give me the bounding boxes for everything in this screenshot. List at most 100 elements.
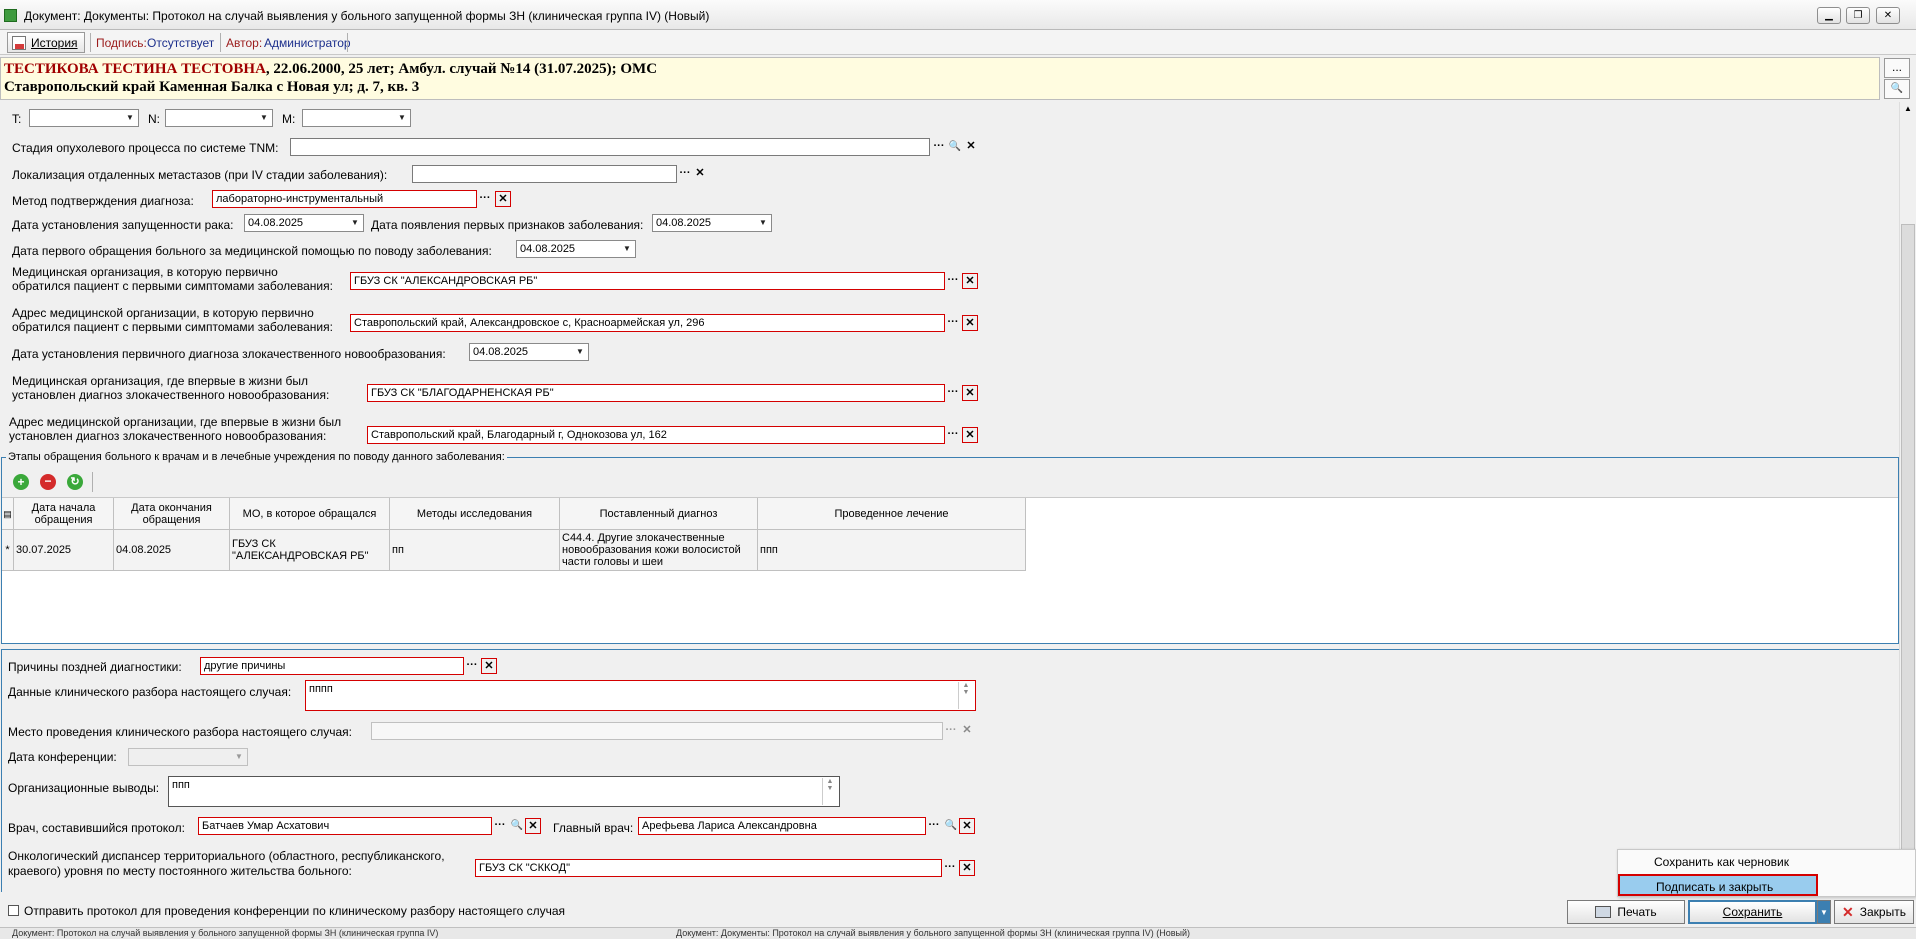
close-label: Закрыть [1859, 905, 1906, 919]
row-marker[interactable]: * [2, 530, 14, 571]
primary-diag-date-field[interactable]: 04.08.2025 ▼ [469, 343, 589, 361]
cell-methods[interactable]: пп [390, 530, 560, 571]
column-header[interactable]: Методы исследования [390, 498, 560, 530]
cell-end-date[interactable]: 04.08.2025 [114, 530, 230, 571]
doctor-field[interactable]: Батчаев Умар Асхатович [198, 817, 492, 835]
maximize-button[interactable]: ❐ [1846, 7, 1870, 24]
ellipsis-icon[interactable]: ··· [477, 191, 493, 207]
ellipsis-icon[interactable]: ··· [945, 315, 961, 331]
column-header[interactable]: МО, в которое обращался [230, 498, 390, 530]
column-header[interactable]: Поставленный диагноз [560, 498, 758, 530]
toolbar-separator [92, 472, 93, 492]
ellipsis-icon[interactable]: ··· [677, 166, 693, 182]
ellipsis-icon[interactable]: ··· [942, 860, 958, 876]
chevron-down-icon[interactable]: ▼ [755, 215, 771, 231]
chevron-down-icon: ▼ [126, 113, 134, 122]
chevron-down-icon[interactable]: ▼ [572, 344, 588, 360]
cell-mo[interactable]: ГБУЗ СК "АЛЕКСАНДРОВСКАЯ РБ" [230, 530, 390, 571]
clear-icon[interactable]: ✕ [692, 166, 708, 182]
clear-icon[interactable]: ✕ [963, 139, 979, 155]
metastases-field[interactable] [412, 165, 677, 183]
clear-icon[interactable]: ✕ [481, 658, 497, 674]
clear-icon[interactable]: ✕ [495, 191, 511, 207]
ellipsis-icon[interactable]: ··· [945, 385, 961, 401]
ellipsis-icon[interactable]: ··· [943, 723, 959, 739]
dispensary-field[interactable]: ГБУЗ СК "СККОД" [475, 859, 942, 877]
header-more-button[interactable]: ... [1884, 58, 1910, 78]
taskbar-item-2[interactable]: Документ: Документы: Протокол на случай … [676, 928, 1416, 939]
first-visit-date-value: 04.08.2025 [520, 243, 576, 255]
header-search-icon[interactable]: 🔍 [1884, 79, 1910, 99]
search-icon[interactable]: 🔍 [943, 818, 959, 834]
scroll-up-icon[interactable]: ▲ [1902, 104, 1914, 116]
textarea-scrollbar[interactable]: ▲ ▼ [958, 682, 973, 709]
column-header[interactable]: Дата начала обращения [14, 498, 114, 530]
t-select[interactable]: ▼ [29, 109, 139, 127]
conference-date-field[interactable]: ▼ [128, 748, 248, 766]
neglect-date-field[interactable]: 04.08.2025 ▼ [244, 214, 364, 232]
close-button[interactable]: ✕ Закрыть [1834, 900, 1914, 924]
first-signs-date-field[interactable]: 04.08.2025 ▼ [652, 214, 772, 232]
ellipsis-icon[interactable]: ··· [945, 273, 961, 289]
clinical-review-textarea[interactable]: пппп [305, 680, 976, 711]
tnm-stage-field[interactable] [290, 138, 930, 156]
m-select[interactable]: ▼ [302, 109, 411, 127]
minimize-button[interactable]: ▁ [1817, 7, 1841, 24]
taskbar-item-1[interactable]: Документ: Протокол на случай выявления у… [12, 928, 652, 939]
form-scrollbar[interactable]: ▲ [1899, 102, 1916, 892]
search-icon[interactable]: 🔍 [947, 139, 963, 155]
primary-diag-date-value: 04.08.2025 [473, 346, 529, 358]
refresh-icon[interactable]: ↻ [67, 474, 83, 490]
clear-icon[interactable]: ✕ [962, 315, 978, 331]
clear-icon[interactable]: ✕ [962, 273, 978, 289]
clear-icon[interactable]: ✕ [962, 427, 978, 443]
ellipsis-icon[interactable]: ··· [464, 658, 480, 674]
addr-first-label-line1: Адрес медицинской организации, в которую… [12, 306, 314, 320]
clear-icon[interactable]: ✕ [959, 818, 975, 834]
review-place-field[interactable] [371, 722, 943, 740]
addr-first-field[interactable]: Ставропольский край, Александровское с, … [350, 314, 945, 332]
menu-item-save-draft[interactable]: Сохранить как черновик [1618, 851, 1915, 873]
clear-icon[interactable]: ✕ [962, 385, 978, 401]
scroll-thumb[interactable] [1901, 224, 1915, 874]
late-reason-field[interactable]: другие причины [200, 657, 464, 675]
ellipsis-icon[interactable]: ··· [945, 427, 961, 443]
close-window-button[interactable]: ✕ [1876, 7, 1900, 24]
menu-item-sign-and-close[interactable]: Подписать и закрыть [1618, 874, 1818, 896]
clear-icon[interactable]: ✕ [959, 860, 975, 876]
history-button[interactable]: История [7, 32, 85, 53]
org-conclusions-textarea[interactable]: ппп [168, 776, 840, 807]
chevron-down-icon[interactable]: ▼ [231, 749, 247, 765]
send-protocol-checkbox[interactable] [8, 905, 19, 916]
search-icon[interactable]: 🔍 [509, 818, 525, 834]
add-row-icon[interactable]: + [13, 474, 29, 490]
cell-diagnosis[interactable]: С44.4. Другие злокачественные новообразо… [560, 530, 758, 571]
chevron-down-icon[interactable]: ▼ [347, 215, 363, 231]
addr-first-label-line2: обратился пациент с первыми симптомами з… [12, 320, 333, 334]
save-dropdown-chevron-icon[interactable]: ▼ [1817, 900, 1831, 924]
ellipsis-icon[interactable]: ··· [931, 139, 947, 155]
stages-table[interactable]: ▤ Дата начала обращения Дата окончания о… [2, 497, 1898, 643]
clear-icon[interactable]: ✕ [525, 818, 541, 834]
mo-first-field[interactable]: ГБУЗ СК "АЛЕКСАНДРОВСКАЯ РБ" [350, 272, 945, 290]
save-button[interactable]: Сохранить [1688, 900, 1817, 924]
textarea-scrollbar[interactable]: ▲ ▼ [822, 778, 837, 805]
chevron-down-icon[interactable]: ▼ [619, 241, 635, 257]
first-visit-date-field[interactable]: 04.08.2025 ▼ [516, 240, 636, 258]
ellipsis-icon[interactable]: ··· [492, 818, 508, 834]
print-label: Печать [1617, 905, 1657, 919]
cell-start-date[interactable]: 30.07.2025 [14, 530, 114, 571]
delete-row-icon[interactable]: − [40, 474, 56, 490]
patient-name: ТЕСТИКОВА ТЕСТИНА ТЕСТОВНА [4, 61, 266, 77]
chief-doctor-field[interactable]: Арефьева Лариса Александровна [638, 817, 926, 835]
addr-diag-field[interactable]: Ставропольский край, Благодарный г, Одно… [367, 426, 945, 444]
print-button[interactable]: Печать [1567, 900, 1685, 924]
clear-icon[interactable]: ✕ [959, 723, 975, 739]
mo-diag-field[interactable]: ГБУЗ СК "БЛАГОДАРНЕНСКАЯ РБ" [367, 384, 945, 402]
n-select[interactable]: ▼ [165, 109, 273, 127]
method-field[interactable]: лабораторно-инструментальный [212, 190, 477, 208]
cell-treatment[interactable]: ппп [758, 530, 1026, 571]
ellipsis-icon[interactable]: ··· [926, 818, 942, 834]
column-header[interactable]: Дата окончания обращения [114, 498, 230, 530]
column-header[interactable]: Проведенное лечение [758, 498, 1026, 530]
